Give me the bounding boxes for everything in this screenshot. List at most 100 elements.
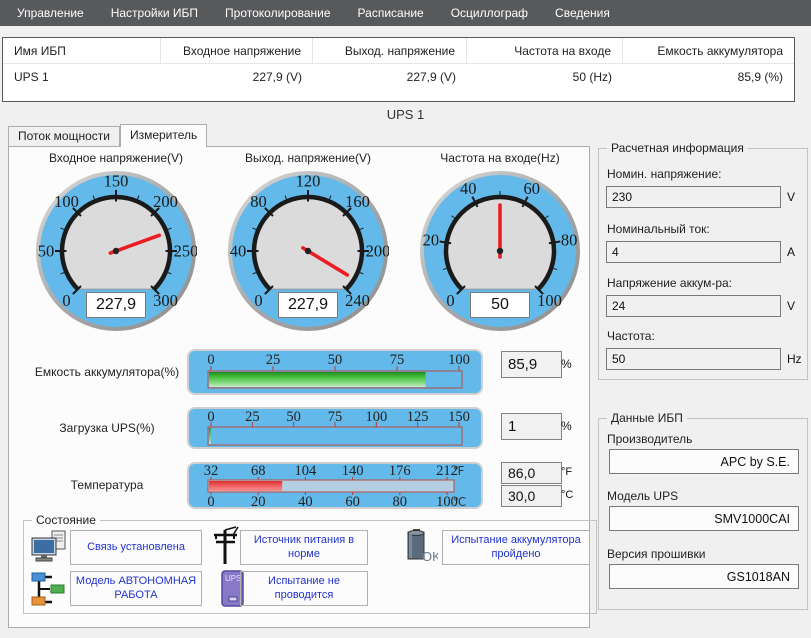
menu-item-6[interactable]: Сведения [555, 6, 610, 20]
bar-gauge: 0255075100125150 [187, 407, 483, 449]
svg-text:℃: ℃ [453, 495, 466, 509]
svg-text:80: 80 [250, 192, 267, 211]
calc-info-title: Расчетная информация [607, 141, 748, 155]
temperature-f-unit: °F [561, 466, 572, 478]
svg-text:250: 250 [174, 242, 197, 261]
menu-item-4[interactable]: Расписание [358, 6, 424, 20]
gauge-2: Выход. напряжение(V)04080120160200240227… [213, 151, 403, 332]
setting-input[interactable]: 50 [606, 348, 781, 370]
temperature-f-readout: 86,0 [501, 462, 562, 484]
bar-gauge-svg: 0255075100 [187, 349, 483, 395]
bar-value-readout: 1 [501, 413, 562, 440]
status-item: Испытание аккумулятора пройдено [442, 530, 590, 565]
info-value-box: APC by S.E. [609, 449, 799, 474]
tab-bar: Поток мощностиИзмеритель [8, 123, 207, 146]
column-header: Входное напряжение [161, 38, 313, 63]
ups-monitor-window: Управление Настройки ИБП Протоколирование Р… [0, 0, 811, 638]
svg-text:200: 200 [366, 242, 389, 261]
unit-label: V [787, 299, 795, 313]
svg-text:0: 0 [254, 291, 262, 310]
bar-gauge-svg: 0255075100125150 [187, 407, 483, 449]
column-header: Имя ИБП [3, 38, 161, 63]
table-row[interactable]: UPS 1227,9 (V)227,9 (V)50 (Hz)85,9 (%) [3, 64, 794, 90]
menu-item-5[interactable]: Осциллограф [451, 6, 528, 20]
bar-label: Загрузка UPS(%) [17, 421, 197, 435]
svg-text:140: 140 [342, 463, 364, 479]
status-item: Испытание не проводится [240, 571, 368, 606]
status-group-title: Состояние [32, 513, 100, 527]
table-cell: UPS 1 [3, 64, 161, 90]
tab-2[interactable]: Измеритель [120, 124, 207, 147]
field-label: Номинальный ток: [607, 222, 710, 236]
info-value-box: GS1018AN [609, 564, 799, 589]
svg-text:40: 40 [230, 242, 247, 261]
svg-text:80: 80 [561, 231, 578, 250]
status-groupbox: Состояние Связь установленаИсточник пита… [23, 520, 597, 614]
svg-text:UPS: UPS [225, 574, 241, 583]
tab-1[interactable]: Поток мощности [8, 126, 120, 146]
gauge-3: Частота на входе(Hz)02040608010050 [405, 151, 595, 332]
svg-text:0: 0 [446, 291, 454, 310]
column-header: Частота на входе [467, 38, 623, 63]
svg-text:100: 100 [537, 291, 562, 310]
table-cell: 50 (Hz) [467, 64, 623, 90]
field-label: Модель UPS [607, 489, 678, 503]
menu-bar: Управление Настройки ИБП Протоколирование Р… [0, 0, 811, 26]
calc-info-groupbox: Расчетная информация Номин. напряжение:2… [598, 148, 808, 380]
gauge-title: Выход. напряжение(V) [213, 151, 403, 167]
ups-title: UPS 1 [0, 107, 811, 122]
bar-gauge: 0255075100 [187, 349, 483, 395]
setting-input[interactable]: 4 [606, 241, 781, 263]
table-cell: 227,9 (V) [313, 64, 467, 90]
ups-data-title: Данные ИБП [607, 411, 687, 425]
setting-input[interactable]: 24 [606, 295, 781, 317]
svg-text:300: 300 [153, 291, 178, 310]
gauge-value-readout: 227,9 [86, 292, 146, 318]
bar-label: Емкость аккумулятора(%) [17, 365, 197, 379]
bar-unit-label: % [561, 357, 572, 371]
temperature-c-readout: 30,0 [501, 485, 562, 507]
svg-text:20: 20 [251, 494, 266, 509]
svg-text:50: 50 [38, 242, 55, 261]
svg-text:32: 32 [204, 463, 219, 479]
svg-text:100: 100 [54, 192, 79, 211]
info-value-box: SMV1000CAI [609, 506, 799, 531]
battery-ok-icon: OK [406, 528, 438, 569]
svg-text:20: 20 [423, 231, 440, 250]
menu-item-3[interactable]: Протоколирование [225, 6, 331, 20]
ups-table-header: Имя ИБПВходное напряжениеВыход. напряжен… [3, 38, 794, 64]
gauge-1: Входное напряжение(V)0501001502002503002… [21, 151, 211, 332]
unit-label: A [787, 245, 795, 259]
svg-text:0: 0 [207, 494, 214, 509]
field-label: Производитель [607, 432, 692, 446]
meter-tab-panel: Входное напряжение(V)0501001502002503002… [8, 146, 590, 628]
setting-input[interactable]: 230 [606, 186, 781, 208]
status-item: Связь установлена [70, 530, 202, 565]
unit-label: V [787, 190, 795, 204]
column-header: Выход. напряжение [313, 38, 467, 63]
field-label: Версия прошивки [607, 547, 705, 561]
bar-unit-label: % [561, 419, 572, 433]
status-item: Источник питания в норме [240, 530, 368, 565]
power-line-icon [213, 526, 239, 571]
menu-item-2[interactable]: Настройки ИБП [111, 6, 198, 20]
gauge-value-readout: 227,9 [278, 292, 338, 318]
svg-text:25: 25 [266, 352, 281, 368]
svg-text:160: 160 [345, 192, 370, 211]
status-item: Модель АВТОНОМНАЯ РАБОТА [70, 571, 202, 606]
svg-text:104: 104 [295, 463, 318, 479]
table-cell: 85,9 (%) [623, 64, 794, 90]
unit-label: Hz [787, 352, 802, 366]
menu-item-1[interactable]: Управление [17, 6, 84, 20]
gauge-title: Входное напряжение(V) [21, 151, 211, 167]
svg-text:150: 150 [104, 172, 129, 191]
column-header: Емкость аккумулятора [623, 38, 794, 63]
temperature-c-unit: °C [561, 489, 573, 501]
svg-text:240: 240 [345, 291, 370, 310]
gauge-value-readout: 50 [470, 292, 530, 318]
svg-text:176: 176 [389, 463, 411, 479]
svg-text:OK: OK [422, 549, 438, 564]
temperature-label: Температура [17, 478, 197, 492]
svg-text:0: 0 [207, 352, 214, 368]
svg-text:75: 75 [390, 352, 405, 368]
